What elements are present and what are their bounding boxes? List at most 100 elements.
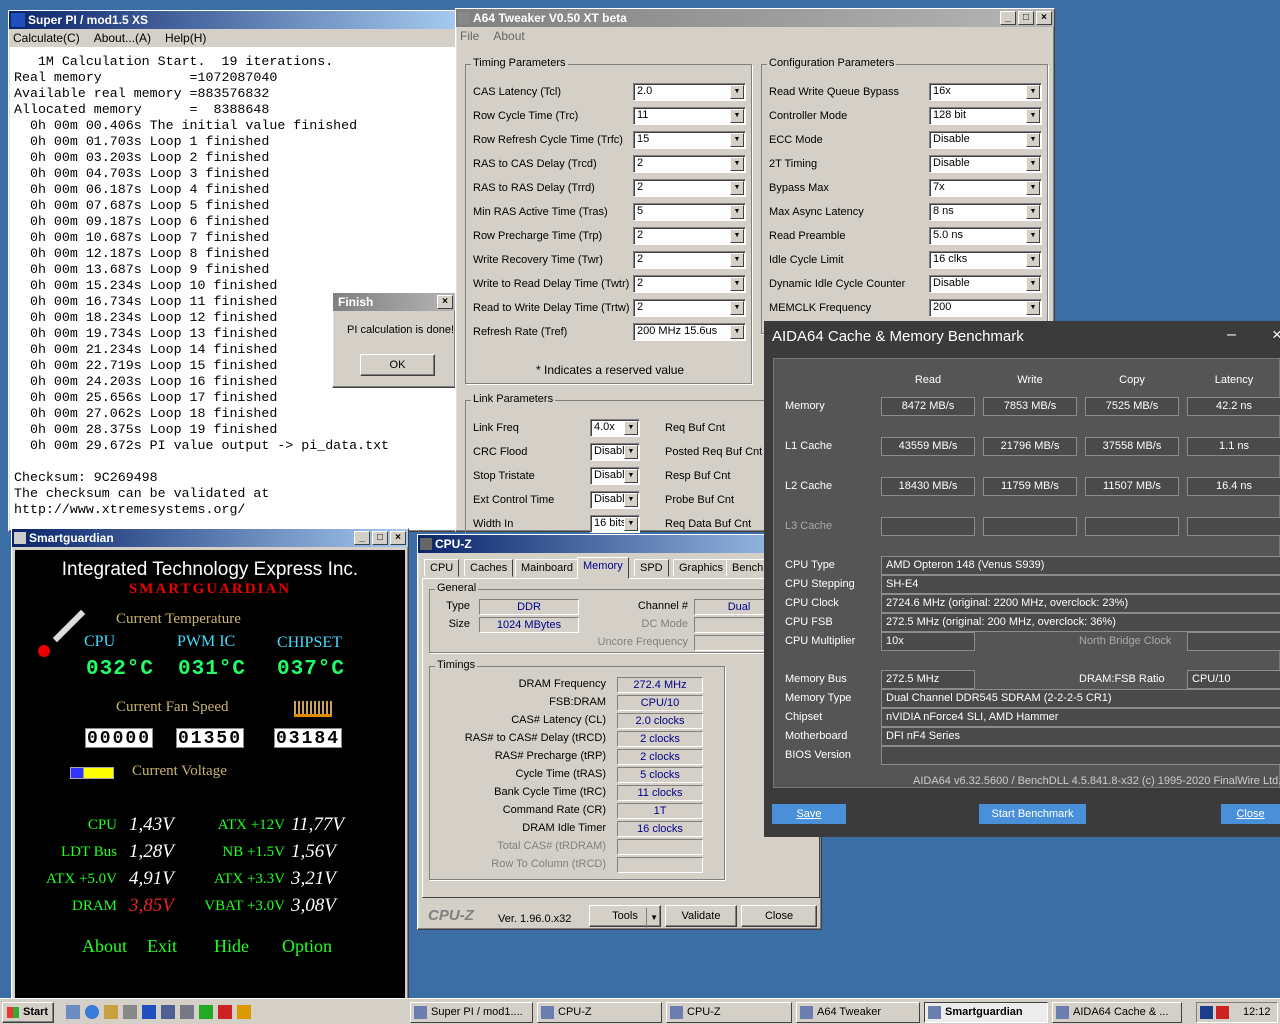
taskbar-item[interactable]: CPU-Z xyxy=(537,1002,662,1023)
menu-about[interactable]: About xyxy=(493,29,524,43)
finish-titlebar[interactable]: Finish × xyxy=(333,293,455,311)
close-icon[interactable]: × xyxy=(1036,11,1052,25)
close-icon[interactable]: × xyxy=(390,531,406,545)
option-button[interactable]: Option xyxy=(282,936,332,957)
timing-select[interactable]: 11 ▼ xyxy=(633,107,746,125)
timing-select[interactable]: 15 ▼ xyxy=(633,131,746,149)
dropdown-arrow-icon[interactable]: ▼ xyxy=(730,181,744,195)
tab-spd[interactable]: SPD xyxy=(634,559,669,577)
ok-button[interactable]: OK xyxy=(360,354,435,376)
taskbar-item[interactable]: Super PI / mod1.... xyxy=(410,1002,533,1023)
quicklaunch-app-icon[interactable] xyxy=(104,1005,118,1019)
dropdown-arrow-icon[interactable]: ▼ xyxy=(1026,181,1040,195)
a64-titlebar[interactable]: A64 Tweaker V0.50 XT beta _ □ × xyxy=(456,9,1054,27)
tab-mainboard[interactable]: Mainboard xyxy=(515,559,579,577)
quicklaunch-app-icon[interactable] xyxy=(237,1005,251,1019)
tools-button[interactable]: Tools ▼ xyxy=(589,905,661,928)
dropdown-arrow-icon[interactable]: ▼ xyxy=(624,445,638,459)
dropdown-arrow-icon[interactable]: ▼ xyxy=(730,301,744,315)
config-select[interactable]: 5.0 ns ▼ xyxy=(929,227,1042,245)
tab-graphics[interactable]: Graphics xyxy=(673,559,730,577)
config-select[interactable]: 128 bit ▼ xyxy=(929,107,1042,125)
start-benchmark-button[interactable]: Start Benchmark xyxy=(979,804,1086,824)
dropdown-arrow-icon[interactable]: ▼ xyxy=(730,109,744,123)
timing-select[interactable]: 5 ▼ xyxy=(633,203,746,221)
dropdown-arrow-icon[interactable]: ▼ xyxy=(1026,205,1040,219)
tab-memory[interactable]: Memory xyxy=(577,557,629,579)
timing-select[interactable]: 2 ▼ xyxy=(633,155,746,173)
close-icon[interactable]: × xyxy=(437,295,453,309)
config-select[interactable]: Disable ▼ xyxy=(929,275,1042,293)
timing-select[interactable]: 2 ▼ xyxy=(633,179,746,197)
dropdown-arrow-icon[interactable]: ▼ xyxy=(624,517,638,531)
quicklaunch-app-icon[interactable] xyxy=(218,1005,232,1019)
dropdown-arrow-icon[interactable]: ▼ xyxy=(1026,133,1040,147)
aida-titlebar[interactable]: AIDA64 Cache & Memory Benchmark – × xyxy=(764,321,1280,353)
config-select[interactable]: Disable ▼ xyxy=(929,155,1042,173)
minimize-icon[interactable]: _ xyxy=(1000,11,1016,25)
dropdown-arrow-icon[interactable]: ▼ xyxy=(1026,85,1040,99)
config-select[interactable]: Disable ▼ xyxy=(929,131,1042,149)
superpi-titlebar[interactable]: Super PI / mod1.5 XS xyxy=(9,11,459,29)
timing-select[interactable]: 2 ▼ xyxy=(633,299,746,317)
config-select[interactable]: 16 clks ▼ xyxy=(929,251,1042,269)
validate-button[interactable]: Validate xyxy=(665,905,737,927)
dropdown-arrow-icon[interactable]: ▼ xyxy=(1026,301,1040,315)
config-select[interactable]: 16x ▼ xyxy=(929,83,1042,101)
dropdown-arrow-icon[interactable]: ▼ xyxy=(1026,277,1040,291)
timing-select[interactable]: 200 MHz 15.6us ▼ xyxy=(633,323,746,341)
quicklaunch-app-icon[interactable] xyxy=(66,1005,80,1019)
maximize-icon[interactable]: □ xyxy=(372,531,388,545)
tray-aida-icon[interactable] xyxy=(1216,1006,1229,1019)
cpuz-titlebar[interactable]: CPU-Z xyxy=(418,535,821,553)
menu-about[interactable]: About...(A) xyxy=(94,31,151,45)
config-select[interactable]: 200 ▼ xyxy=(929,299,1042,317)
quicklaunch-app-icon[interactable] xyxy=(161,1005,175,1019)
taskbar-item[interactable]: AIDA64 Cache & ... xyxy=(1052,1002,1182,1023)
config-select[interactable]: 7x ▼ xyxy=(929,179,1042,197)
dropdown-arrow-icon[interactable]: ▼ xyxy=(1026,253,1040,267)
dropdown-arrow-icon[interactable]: ▼ xyxy=(1026,229,1040,243)
quicklaunch-app-icon[interactable] xyxy=(123,1005,137,1019)
dropdown-arrow-icon[interactable]: ▼ xyxy=(730,229,744,243)
close-button[interactable]: Close xyxy=(741,905,817,927)
timing-select[interactable]: 2 ▼ xyxy=(633,227,746,245)
close-button[interactable]: Close xyxy=(1221,804,1280,824)
dropdown-arrow-icon[interactable]: ▼ xyxy=(730,133,744,147)
link-select[interactable]: 16 bits ▼ xyxy=(590,515,640,533)
dropdown-arrow-icon[interactable]: ▼ xyxy=(1026,109,1040,123)
quicklaunch-app-icon[interactable] xyxy=(199,1005,213,1019)
dropdown-arrow-icon[interactable]: ▼ xyxy=(624,421,638,435)
dropdown-arrow-icon[interactable]: ▼ xyxy=(730,85,744,99)
taskbar-item[interactable]: CPU-Z xyxy=(666,1002,792,1023)
minimize-icon[interactable]: – xyxy=(1227,326,1236,344)
timing-select[interactable]: 2.0 ▼ xyxy=(633,83,746,101)
tab-cpu[interactable]: CPU xyxy=(424,559,460,577)
dropdown-arrow-icon[interactable]: ▼ xyxy=(1026,157,1040,171)
about-button[interactable]: About xyxy=(82,936,127,957)
taskbar-item[interactable]: Smartguardian xyxy=(924,1002,1048,1023)
quicklaunch-app-icon[interactable] xyxy=(142,1005,156,1019)
close-icon[interactable]: × xyxy=(1272,325,1280,345)
sg-titlebar[interactable]: Smartguardian _ □ × xyxy=(12,529,408,547)
exit-button[interactable]: Exit xyxy=(147,936,177,957)
minimize-icon[interactable]: _ xyxy=(354,531,370,545)
menu-file[interactable]: File xyxy=(460,29,479,43)
dropdown-arrow-icon[interactable]: ▼ xyxy=(624,493,638,507)
tray-app-icon[interactable] xyxy=(1200,1006,1213,1019)
maximize-icon[interactable]: □ xyxy=(1018,11,1034,25)
dropdown-arrow-icon[interactable]: ▼ xyxy=(730,205,744,219)
menu-calculate[interactable]: Calculate(C) xyxy=(13,31,80,45)
dropdown-arrow-icon[interactable]: ▼ xyxy=(730,253,744,267)
link-select[interactable]: Disable ▼ xyxy=(590,467,640,485)
quicklaunch-app-icon[interactable] xyxy=(180,1005,194,1019)
taskbar-item[interactable]: A64 Tweaker xyxy=(796,1002,920,1023)
link-select[interactable]: Disable ▼ xyxy=(590,443,640,461)
dropdown-arrow-icon[interactable]: ▼ xyxy=(730,325,744,339)
menu-help[interactable]: Help(H) xyxy=(165,31,206,45)
timing-select[interactable]: 2 ▼ xyxy=(633,251,746,269)
timing-select[interactable]: 2 ▼ xyxy=(633,275,746,293)
link-select[interactable]: 4.0x ▼ xyxy=(590,419,640,437)
dropdown-arrow-icon[interactable]: ▼ xyxy=(730,157,744,171)
save-button[interactable]: Save xyxy=(772,804,846,824)
